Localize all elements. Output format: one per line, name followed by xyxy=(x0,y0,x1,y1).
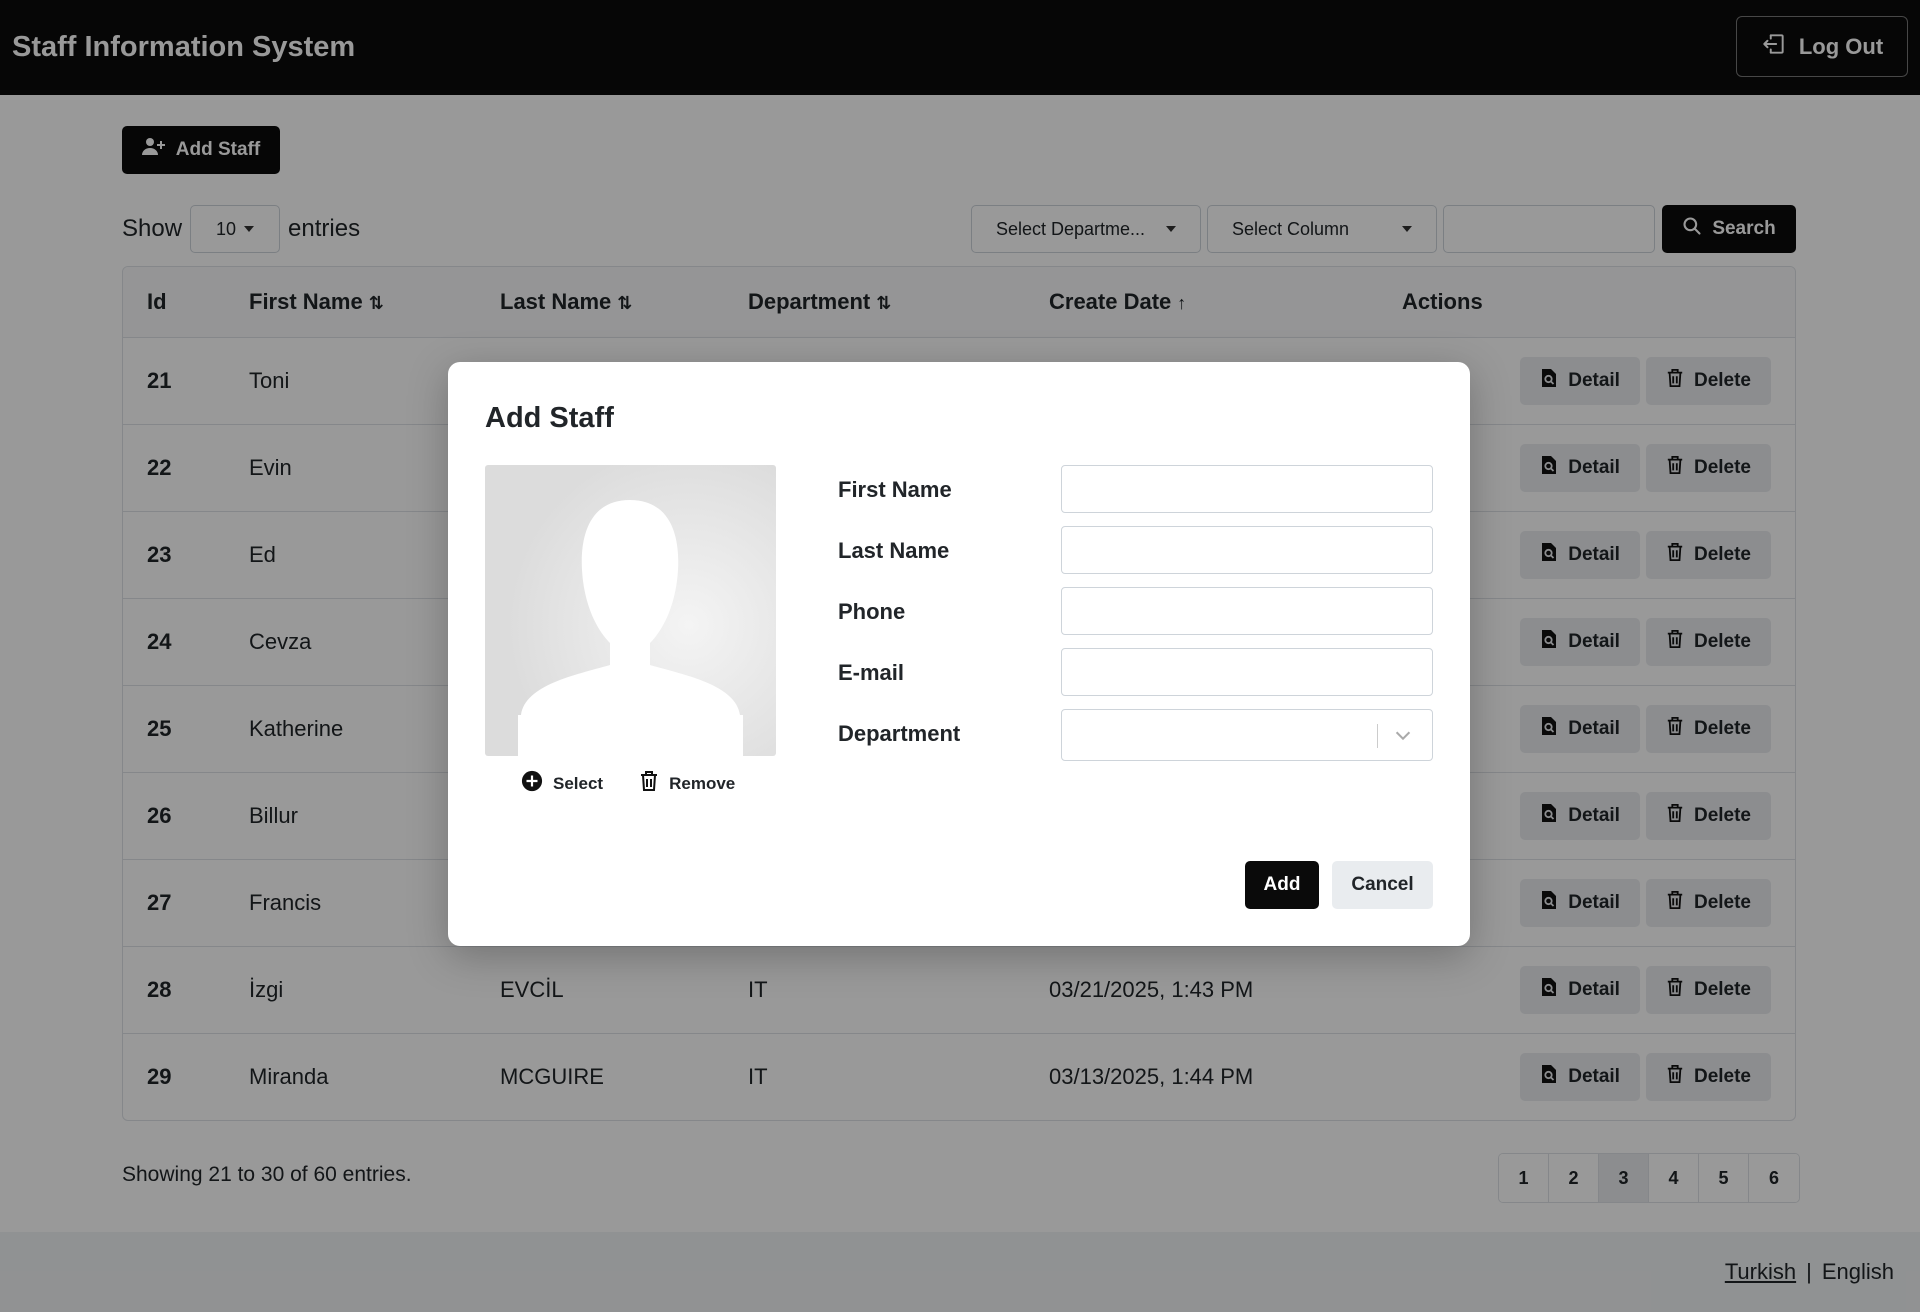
phone-label: Phone xyxy=(838,599,906,624)
trash-icon xyxy=(639,770,659,797)
modal-cancel-button[interactable]: Cancel xyxy=(1332,861,1433,909)
avatar-silhouette-icon xyxy=(518,500,743,756)
select-photo-label: Select xyxy=(553,773,604,793)
last-name-field[interactable] xyxy=(1061,526,1433,574)
add-staff-modal: Add Staff Select Remove First Name Last … xyxy=(448,362,1470,946)
phone-field[interactable] xyxy=(1061,587,1433,635)
plus-circle-icon xyxy=(521,770,543,797)
first-name-field[interactable] xyxy=(1061,465,1433,513)
email-field[interactable] xyxy=(1061,648,1433,696)
modal-add-button[interactable]: Add xyxy=(1245,861,1319,909)
remove-photo-button[interactable]: Remove xyxy=(639,770,735,797)
profile-photo-placeholder xyxy=(485,465,776,756)
modal-title: Add Staff xyxy=(485,402,614,434)
photo-actions: Select Remove xyxy=(521,770,735,797)
select-separator xyxy=(1377,724,1378,748)
last-name-label: Last Name xyxy=(838,538,950,563)
remove-photo-label: Remove xyxy=(669,773,736,793)
department-label: Department xyxy=(838,721,961,746)
chevron-down-icon xyxy=(1392,724,1414,751)
department-select[interactable] xyxy=(1061,709,1433,761)
select-photo-button[interactable]: Select xyxy=(521,770,603,797)
email-label: E-mail xyxy=(838,660,905,685)
first-name-label: First Name xyxy=(838,477,952,502)
